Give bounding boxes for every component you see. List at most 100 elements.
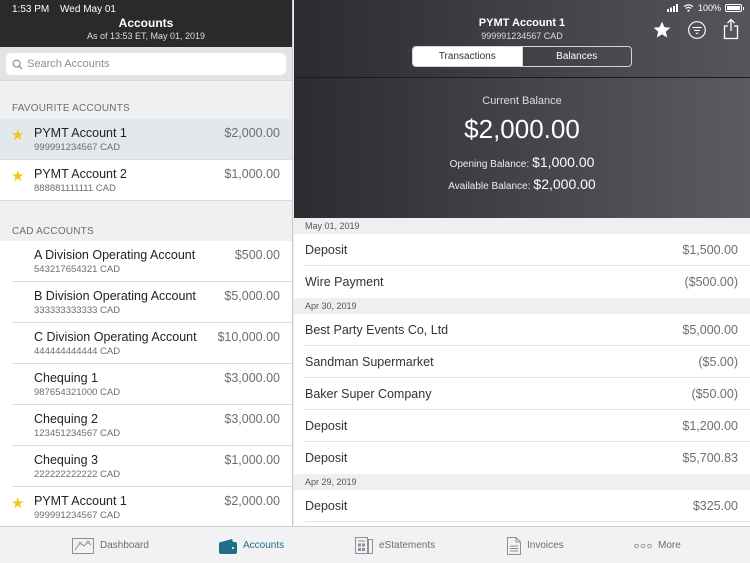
account-balance: $3,000.00: [224, 371, 280, 385]
account-balance: $2,000.00: [224, 126, 280, 140]
transaction-row[interactable]: Sandman Supermarket ($5.00): [294, 346, 750, 378]
bottom-tab-bar: Dashboard Accounts eStatements Invoices …: [0, 526, 750, 563]
favourite-star-icon[interactable]: ★: [11, 128, 24, 143]
tab-dashboard-label: Dashboard: [100, 540, 149, 551]
view-segmented-control: Transactions Balances: [412, 46, 632, 67]
account-name: C Division Operating Account: [34, 330, 197, 344]
tab-accounts-label: Accounts: [243, 540, 285, 551]
date-section-header: Apr 30, 2019: [294, 298, 750, 314]
row-divider: [305, 521, 750, 522]
account-balance: $500.00: [234, 248, 280, 262]
account-number: 543217654321 CAD: [34, 264, 121, 275]
tab-estatements-label: eStatements: [379, 540, 436, 551]
account-balance: $5,000.00: [224, 289, 280, 303]
tab-transactions[interactable]: Transactions: [413, 47, 522, 66]
transaction-amount: ($5.00): [698, 355, 738, 369]
wallet-icon: [219, 538, 237, 554]
available-balance-label: Available Balance:: [448, 181, 531, 192]
cad-accounts-list: A Division Operating Account 543217654321…: [0, 241, 292, 526]
status-clock: 1:53 PM: [12, 4, 50, 15]
account-row[interactable]: ★ PYMT Account 2 888881111111 CAD $1,000.00: [0, 160, 292, 201]
transaction-row[interactable]: Deposit $5,700.83: [294, 442, 750, 474]
transaction-amount: $1,500.00: [682, 243, 738, 257]
star-icon[interactable]: [652, 20, 672, 40]
row-divider: [0, 200, 292, 201]
share-icon[interactable]: [722, 18, 740, 40]
account-row[interactable]: ★ PYMT Account 1 999991234567 CAD $2,000.00: [0, 119, 292, 160]
search-bar: [0, 47, 292, 81]
favourite-star-icon[interactable]: ★: [11, 169, 24, 184]
cad-section-label: CAD ACCOUNTS: [0, 201, 292, 241]
favourite-star-icon[interactable]: ★: [11, 496, 24, 511]
tab-more[interactable]: More: [634, 527, 681, 563]
opening-balance-label: Opening Balance:: [449, 159, 530, 170]
date-section-header: May 01, 2019: [294, 218, 750, 234]
search-input[interactable]: [27, 58, 286, 70]
transaction-row[interactable]: Best Party Events Co, Ltd $5,000.00: [294, 314, 750, 346]
account-number: 999991234567 CAD: [481, 31, 563, 41]
account-row[interactable]: Chequing 2 123451234567 CAD $3,000.00: [0, 405, 292, 446]
status-time: 1:53 PM Wed May 01: [12, 4, 124, 15]
transaction-amount: ($500.00): [684, 275, 738, 289]
transaction-row[interactable]: Deposit $1,200.00: [294, 410, 750, 442]
transaction-description: Deposit: [305, 499, 348, 513]
filter-icon[interactable]: [687, 20, 707, 40]
account-row[interactable]: C Division Operating Account 444444444444…: [0, 323, 292, 364]
transaction-row[interactable]: Deposit $1,500.00: [294, 234, 750, 266]
transaction-description: Deposit: [305, 451, 348, 465]
account-row[interactable]: B Division Operating Account 333333333333…: [0, 282, 292, 323]
available-balance-value: $2,000.00: [533, 176, 596, 192]
search-field[interactable]: [6, 53, 286, 75]
account-number: 123451234567 CAD: [34, 428, 121, 439]
transaction-description: Best Party Events Co, Ltd: [305, 323, 449, 337]
account-name: Chequing 1: [34, 371, 98, 385]
transaction-row[interactable]: Deposit $325.00: [294, 490, 750, 522]
account-number: 987654321000 CAD: [34, 387, 121, 398]
account-number: 222222222222 CAD: [34, 469, 121, 480]
dashboard-icon: [72, 537, 94, 554]
transaction-description: Baker Super Company: [305, 387, 432, 401]
tab-balances[interactable]: Balances: [521, 47, 632, 66]
transaction-amount: ($50.00): [691, 387, 738, 401]
detail-header: 100% PYMT Account 1 999991234567 CAD Tra…: [294, 0, 750, 78]
account-row[interactable]: A Division Operating Account 543217654321…: [0, 241, 292, 282]
transaction-row[interactable]: Baker Super Company ($50.00): [294, 378, 750, 410]
opening-balance-value: $1,000.00: [532, 154, 595, 170]
account-number: 999991234567 CAD: [34, 510, 121, 521]
tab-invoices[interactable]: Invoices: [507, 527, 564, 563]
estatements-icon: [355, 537, 373, 554]
battery-percent: 100%: [697, 3, 721, 13]
account-name: PYMT Account 1: [34, 126, 127, 140]
sidebar-subtitle: As of 13:53 ET, May 01, 2019: [86, 31, 206, 41]
account-name: A Division Operating Account: [34, 248, 196, 262]
transaction-description: Wire Payment: [305, 275, 384, 289]
sidebar-header: 1:53 PM Wed May 01 Accounts As of 13:53 …: [0, 0, 292, 47]
account-row[interactable]: Chequing 1 987654321000 CAD $3,000.00: [0, 364, 292, 405]
battery-icon: [725, 4, 744, 12]
account-name: Chequing 3: [34, 453, 98, 467]
account-balance: $3,000.00: [224, 412, 280, 426]
account-name: Chequing 2: [34, 412, 98, 426]
current-balance-label: Current Balance: [482, 95, 562, 107]
balance-summary: Current Balance $2,000.00 Opening Balanc…: [294, 78, 750, 218]
account-detail: 100% PYMT Account 1 999991234567 CAD Tra…: [294, 0, 750, 526]
tab-dashboard[interactable]: Dashboard: [72, 527, 149, 563]
tab-estatements[interactable]: eStatements: [355, 527, 435, 563]
tab-more-label: More: [658, 540, 681, 551]
wifi-icon: [683, 4, 694, 12]
transaction-list: May 01, 2019 Deposit $1,500.00 Wire Payment…: [294, 218, 750, 522]
transaction-row[interactable]: Wire Payment ($500.00): [294, 266, 750, 298]
account-row[interactable]: ★ PYMT Account 1 999991234567 CAD $2,000.00: [0, 487, 292, 526]
account-row[interactable]: Chequing 3 222222222222 CAD $1,000.00: [0, 446, 292, 487]
transaction-description: Sandman Supermarket: [305, 355, 434, 369]
invoice-icon: [507, 536, 521, 555]
favourites-section-label: FAVOURITE ACCOUNTS: [0, 81, 292, 119]
tab-accounts[interactable]: Accounts: [219, 527, 284, 563]
favourites-list: ★ PYMT Account 1 999991234567 CAD $2,000.00…: [0, 119, 292, 201]
account-balance: $2,000.00: [224, 494, 280, 508]
account-name: PYMT Account 2: [34, 167, 127, 181]
system-status: 100%: [666, 3, 744, 13]
available-balance-row: Available Balance: $2,000.00: [294, 176, 750, 192]
account-balance: $1,000.00: [224, 453, 280, 467]
account-name: PYMT Account 1: [34, 494, 127, 508]
